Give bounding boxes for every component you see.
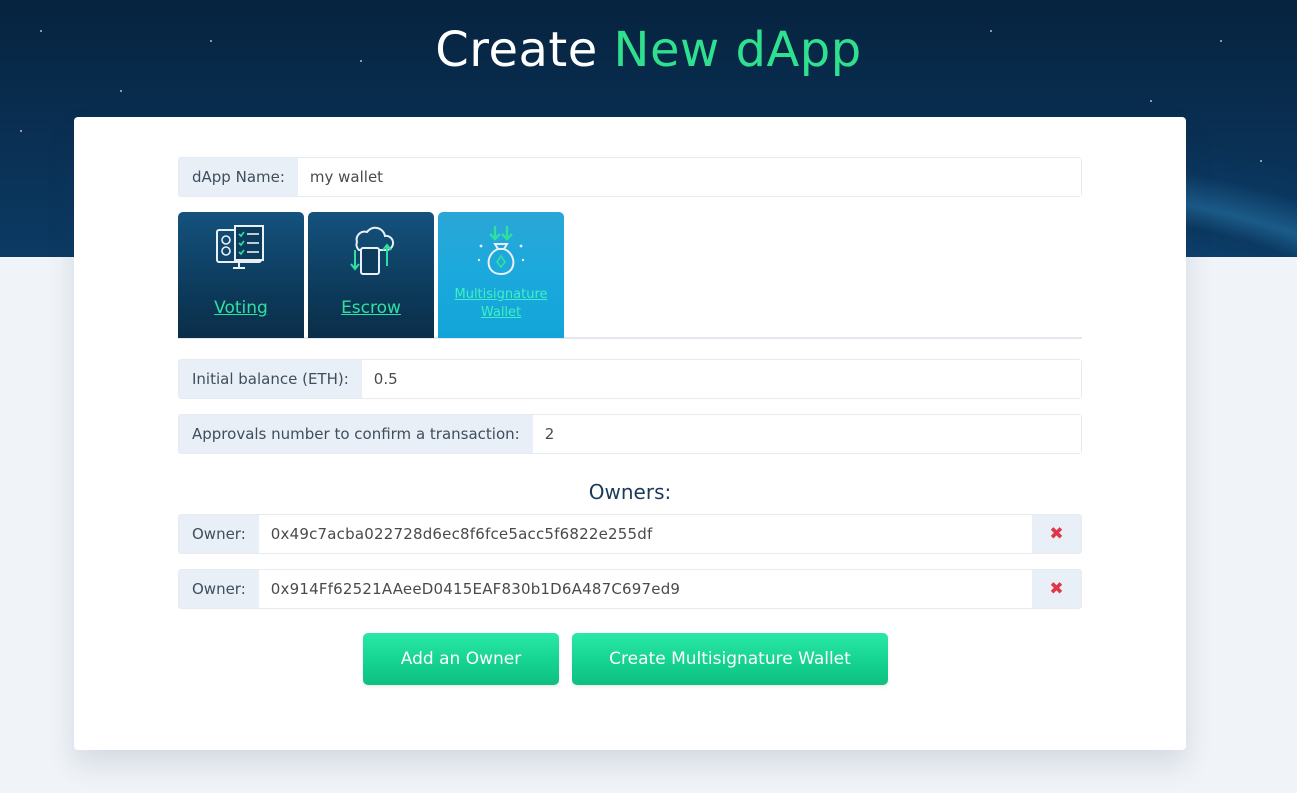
- initial-balance-label: Initial balance (ETH):: [179, 360, 362, 398]
- approvals-input[interactable]: [532, 415, 1081, 453]
- page-title-plain: Create: [435, 22, 598, 78]
- add-owner-button[interactable]: Add an Owner: [363, 633, 559, 685]
- create-multisignature-wallet-button[interactable]: Create Multisignature Wallet: [572, 633, 888, 685]
- tab-escrow-label[interactable]: Escrow: [341, 298, 401, 318]
- dapp-name-input[interactable]: [297, 158, 1081, 196]
- dapp-type-tabs: Voting Escrow Multisignature Wallet: [178, 212, 1082, 339]
- voting-monitor-icon: [216, 225, 264, 269]
- tab-multisignature-label-line1: Multisignature: [454, 287, 548, 302]
- dapp-name-row: dApp Name:: [178, 157, 1082, 197]
- tab-multisignature-label-line2: Wallet: [480, 305, 522, 320]
- owners-heading: Owners:: [588, 480, 672, 504]
- tab-multisignature-wallet[interactable]: Multisignature Wallet: [438, 212, 564, 338]
- tab-voting[interactable]: Voting: [178, 212, 304, 338]
- create-dapp-card: dApp Name: Voting: [74, 117, 1186, 750]
- approvals-label: Approvals number to confirm a transactio…: [179, 415, 533, 453]
- tab-voting-label[interactable]: Voting: [214, 298, 268, 318]
- tab-multisignature-wallet-label[interactable]: Multisignature Wallet: [454, 286, 547, 322]
- tab-escrow[interactable]: Escrow: [308, 212, 434, 338]
- initial-balance-input[interactable]: [361, 360, 1081, 398]
- owner-label: Owner:: [179, 570, 259, 608]
- page-title-accent: New dApp: [613, 22, 862, 78]
- escrow-exchange-icon: [350, 226, 395, 275]
- approvals-row: Approvals number to confirm a transactio…: [178, 414, 1082, 454]
- owner-row: Owner: ✖: [178, 514, 1082, 554]
- initial-balance-row: Initial balance (ETH):: [178, 359, 1082, 399]
- remove-owner-icon[interactable]: ✖: [1032, 570, 1081, 608]
- page-title: Create New dApp: [0, 22, 1297, 78]
- remove-owner-icon[interactable]: ✖: [1032, 515, 1081, 553]
- owner-address-input[interactable]: [258, 570, 1032, 608]
- owner-address-input[interactable]: [258, 515, 1032, 553]
- owner-label: Owner:: [179, 515, 259, 553]
- money-bag-icon: [477, 226, 525, 276]
- dapp-name-label: dApp Name:: [179, 158, 298, 196]
- owner-row: Owner: ✖: [178, 569, 1082, 609]
